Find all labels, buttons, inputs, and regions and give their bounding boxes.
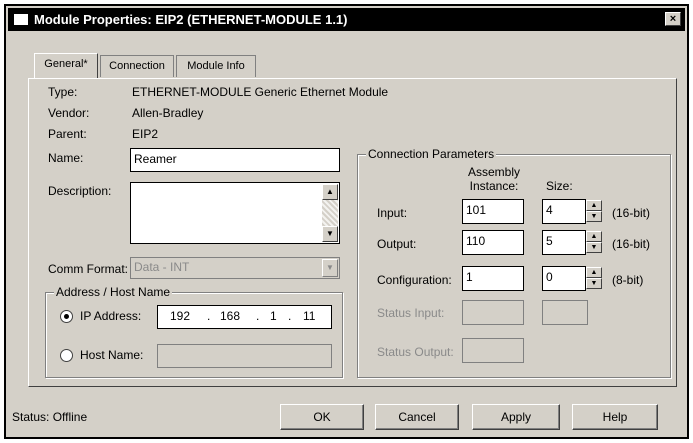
host-name-radio[interactable]: [60, 349, 73, 362]
input-size-spinner[interactable]: ▲ ▼: [586, 200, 602, 222]
chevron-down-icon[interactable]: ▼: [322, 259, 338, 277]
ip-address-label: IP Address:: [80, 309, 142, 323]
description-field[interactable]: ▲ ▼: [130, 182, 340, 244]
comm-format-label: Comm Format:: [48, 262, 129, 276]
ip-octet-4: 11: [303, 309, 316, 323]
ip-dot: .: [256, 309, 260, 323]
connection-params-title: Connection Parameters: [366, 147, 497, 161]
comm-format-select[interactable]: Data - INT ▼: [130, 257, 340, 279]
input-unit: (16-bit): [612, 206, 651, 220]
tab-general[interactable]: General*: [34, 53, 98, 78]
address-group-title: Address / Host Name: [54, 285, 173, 299]
name-label: Name:: [48, 151, 84, 165]
configuration-label: Configuration:: [377, 273, 452, 287]
input-label: Input:: [377, 206, 408, 220]
configuration-unit: (8-bit): [612, 273, 644, 287]
type-label: Type:: [48, 85, 78, 99]
ip-octet-2: 168: [220, 309, 241, 323]
spin-up-icon[interactable]: ▲: [586, 231, 602, 242]
scroll-up-icon[interactable]: ▲: [322, 184, 338, 200]
tab-connection[interactable]: Connection: [100, 55, 174, 77]
parent-value: EIP2: [132, 127, 159, 141]
configuration-size-field[interactable]: 0: [542, 266, 586, 291]
configuration-instance-field[interactable]: 1: [462, 266, 524, 291]
cancel-button[interactable]: Cancel: [375, 404, 459, 430]
output-size-spinner[interactable]: ▲ ▼: [586, 231, 602, 253]
spin-down-icon[interactable]: ▼: [586, 278, 602, 289]
description-scrollbar[interactable]: ▲ ▼: [322, 184, 338, 242]
type-value: ETHERNET-MODULE Generic Ethernet Module: [132, 85, 389, 99]
output-size-field[interactable]: 5: [542, 230, 586, 255]
size-header: Size:: [546, 179, 573, 193]
description-label: Description:: [48, 184, 112, 198]
spin-up-icon[interactable]: ▲: [586, 200, 602, 211]
host-name-label: Host Name:: [80, 348, 144, 362]
ip-octet-1: 192: [170, 309, 191, 323]
vendor-value: Allen-Bradley: [132, 106, 204, 120]
apply-button[interactable]: Apply: [472, 404, 560, 430]
status-output-label: Status Output:: [377, 345, 454, 359]
status-text: Status: Offline: [12, 410, 88, 424]
status-output-instance-field[interactable]: [462, 338, 524, 363]
status-input-label: Status Input:: [377, 306, 445, 320]
close-icon[interactable]: ×: [665, 12, 681, 26]
configuration-size-spinner[interactable]: ▲ ▼: [586, 267, 602, 289]
input-size-field[interactable]: 4: [542, 199, 586, 224]
ip-dot: .: [288, 309, 292, 323]
output-unit: (16-bit): [612, 237, 651, 251]
host-name-field[interactable]: [157, 344, 332, 368]
comm-format-value: Data - INT: [134, 260, 190, 274]
ip-octet-3: 1: [270, 309, 277, 323]
spin-up-icon[interactable]: ▲: [586, 267, 602, 278]
assembly-instance-header: Assembly Instance:: [467, 165, 520, 193]
status-input-instance-field[interactable]: [462, 300, 524, 325]
ok-button[interactable]: OK: [280, 404, 364, 430]
ip-address-field[interactable]: 192 . 168 . 1 . 11: [157, 305, 332, 329]
window-title: Module Properties: EIP2 (ETHERNET-MODULE…: [34, 12, 348, 27]
input-instance-field[interactable]: 101: [462, 199, 524, 224]
help-button[interactable]: Help: [572, 404, 658, 430]
tab-module-info[interactable]: Module Info: [176, 55, 256, 77]
vendor-label: Vendor:: [48, 106, 90, 120]
window-icon: [14, 14, 28, 25]
parent-label: Parent:: [48, 127, 87, 141]
status-input-size-field[interactable]: [542, 300, 588, 325]
ip-address-radio[interactable]: [60, 310, 73, 323]
output-instance-field[interactable]: 110: [462, 230, 524, 255]
title-bar: Module Properties: EIP2 (ETHERNET-MODULE…: [8, 8, 685, 31]
spin-down-icon[interactable]: ▼: [586, 211, 602, 222]
radio-selected-dot: [64, 314, 69, 319]
output-label: Output:: [377, 237, 417, 251]
ip-dot: .: [207, 309, 211, 323]
name-field[interactable]: Reamer: [130, 148, 340, 172]
scroll-down-icon[interactable]: ▼: [322, 226, 338, 242]
spin-down-icon[interactable]: ▼: [586, 242, 602, 253]
